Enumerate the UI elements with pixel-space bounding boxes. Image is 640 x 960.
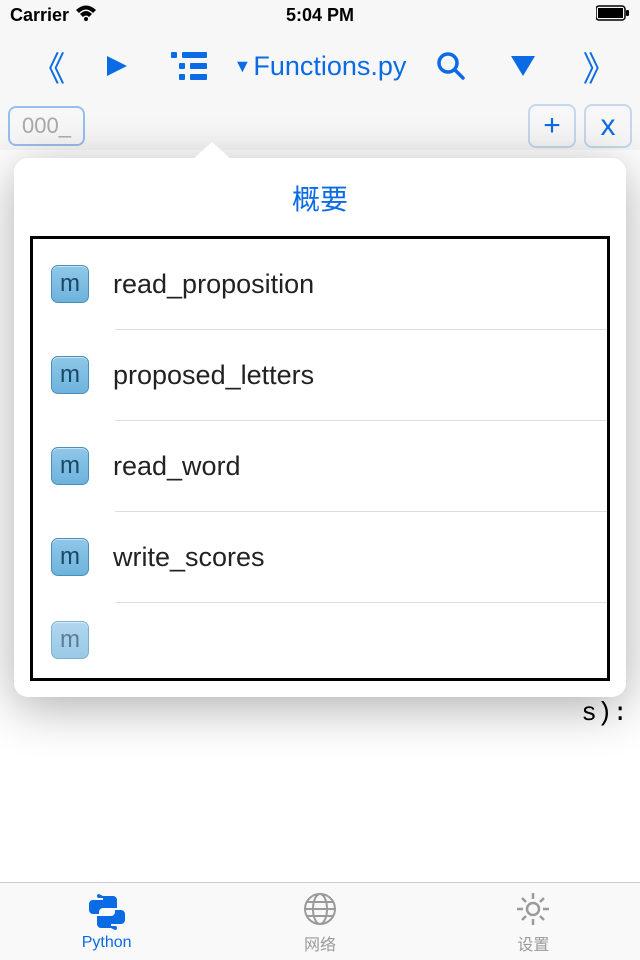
bottom-tab-python[interactable]: Python xyxy=(0,883,213,960)
bottom-tab-network[interactable]: 网络 xyxy=(213,883,426,960)
status-left: Carrier xyxy=(10,5,97,26)
outline-popover: 概要 m read_proposition m proposed_letters… xyxy=(14,158,626,697)
outline-item-label: read_word xyxy=(113,451,241,482)
dropdown-caret-icon: ▼ xyxy=(234,56,252,77)
search-button[interactable] xyxy=(423,38,479,94)
method-badge-icon: m xyxy=(51,621,89,659)
next-button[interactable]: 》 xyxy=(568,38,624,94)
gear-icon xyxy=(515,889,551,929)
battery-icon xyxy=(596,5,630,26)
bottom-tab-settings[interactable]: 设置 xyxy=(427,883,640,960)
close-tab-button[interactable]: x xyxy=(584,104,632,148)
outline-icon xyxy=(171,52,207,80)
outline-item[interactable]: m xyxy=(33,603,607,659)
python-icon xyxy=(89,892,125,932)
outline-item-label: read_proposition xyxy=(113,269,314,300)
bottom-tab-label: 设置 xyxy=(517,931,549,955)
outline-item[interactable]: m write_scores xyxy=(33,512,607,602)
filename-dropdown[interactable]: ▼ Functions.py xyxy=(234,51,407,82)
filename-label: Functions.py xyxy=(253,51,406,82)
globe-icon xyxy=(302,889,338,929)
prev-button[interactable]: 《 xyxy=(16,38,72,94)
bottom-tab-label: 网络 xyxy=(304,931,336,955)
popover-arrow xyxy=(192,142,232,160)
outline-button[interactable] xyxy=(161,38,217,94)
main-toolbar: 《 ▼ Functions.py 》 xyxy=(0,30,640,102)
popover-title: 概要 xyxy=(14,158,626,236)
outline-item[interactable]: m read_word xyxy=(33,421,607,511)
method-badge-icon: m xyxy=(51,356,89,394)
wifi-icon xyxy=(75,5,97,26)
bottom-tab-bar: Python 网络 设置 xyxy=(0,882,640,960)
filter-button[interactable] xyxy=(495,38,551,94)
bottom-tab-label: Python xyxy=(82,934,132,952)
tab-item[interactable]: 000_ xyxy=(8,106,85,146)
add-tab-button[interactable]: + xyxy=(528,104,576,148)
method-badge-icon: m xyxy=(51,265,89,303)
carrier-label: Carrier xyxy=(10,5,69,26)
code-partial: s): xyxy=(4,698,636,728)
method-badge-icon: m xyxy=(51,538,89,576)
play-button[interactable] xyxy=(89,38,145,94)
outline-item-label: proposed_letters xyxy=(113,360,314,391)
status-time: 5:04 PM xyxy=(286,5,354,26)
outline-item[interactable]: m read_proposition xyxy=(33,239,607,329)
outline-item[interactable]: m proposed_letters xyxy=(33,330,607,420)
tab-bar: 000_ + x xyxy=(0,102,640,150)
outline-list[interactable]: m read_proposition m proposed_letters m … xyxy=(30,236,610,681)
outline-item-label: write_scores xyxy=(113,542,265,573)
method-badge-icon: m xyxy=(51,447,89,485)
status-bar: Carrier 5:04 PM xyxy=(0,0,640,30)
